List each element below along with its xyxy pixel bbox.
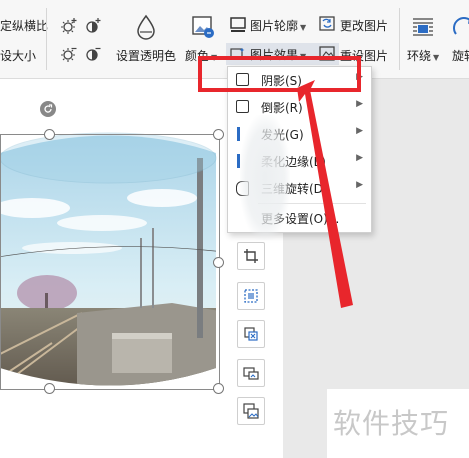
wrap-button[interactable]: 环绕 ▼ [407,47,439,64]
blur-overlay [240,115,290,240]
transparency-button[interactable]: 设置透明色 [116,47,176,64]
picture-tools-icon [243,367,259,380]
rotate-button[interactable]: 旋转 [452,47,469,64]
color-icon[interactable] [190,14,216,40]
resize-handle[interactable] [213,383,224,394]
lock-ratio-checkbox[interactable]: 锁定纵横比 [0,17,48,34]
wrap-label: 环绕 [407,49,432,63]
crop-button[interactable] [237,242,265,270]
selection-box [0,134,220,390]
rotate-icon[interactable] [452,14,469,40]
resize-handle[interactable] [44,129,55,140]
reset-size-button[interactable]: 重设大小 [0,47,36,64]
fill-icon [244,327,258,341]
change-picture-button[interactable]: 更改图片 [340,17,388,34]
chevron-down-icon: ▼ [433,53,440,62]
fit-button[interactable] [237,282,265,310]
contrast-down-icon[interactable] [84,45,102,63]
ribbon-separator [46,8,47,70]
outline-button[interactable]: 图片轮廓 ▼ [250,17,306,34]
change-picture-icon[interactable] [318,15,336,33]
resize-handle[interactable] [44,383,55,394]
red-arrow-icon [297,80,353,308]
fit-icon [244,289,258,303]
chevron-down-icon: ▼ [300,23,307,32]
rotate-handle-icon[interactable] [40,101,56,117]
brightness-down-icon[interactable] [60,45,78,63]
fill-button[interactable] [237,320,265,348]
wrap-icon[interactable] [410,14,436,40]
transparency-icon[interactable] [133,14,159,40]
reflection-icon [236,100,249,113]
brightness-up-icon[interactable] [60,17,78,35]
watermark-text: 软件技巧 [333,407,450,440]
resize-handle[interactable] [213,257,224,268]
outline-icon[interactable] [229,15,247,33]
resize-handle[interactable] [213,129,224,140]
outline-label: 图片轮廓 [250,19,299,33]
ribbon-separator [399,8,400,70]
crop-icon [244,249,258,263]
picture-tools-icon [243,403,259,419]
contrast-up-icon[interactable] [84,17,102,35]
picture-replace-button[interactable] [237,359,265,387]
picture-more-button[interactable] [237,397,265,425]
